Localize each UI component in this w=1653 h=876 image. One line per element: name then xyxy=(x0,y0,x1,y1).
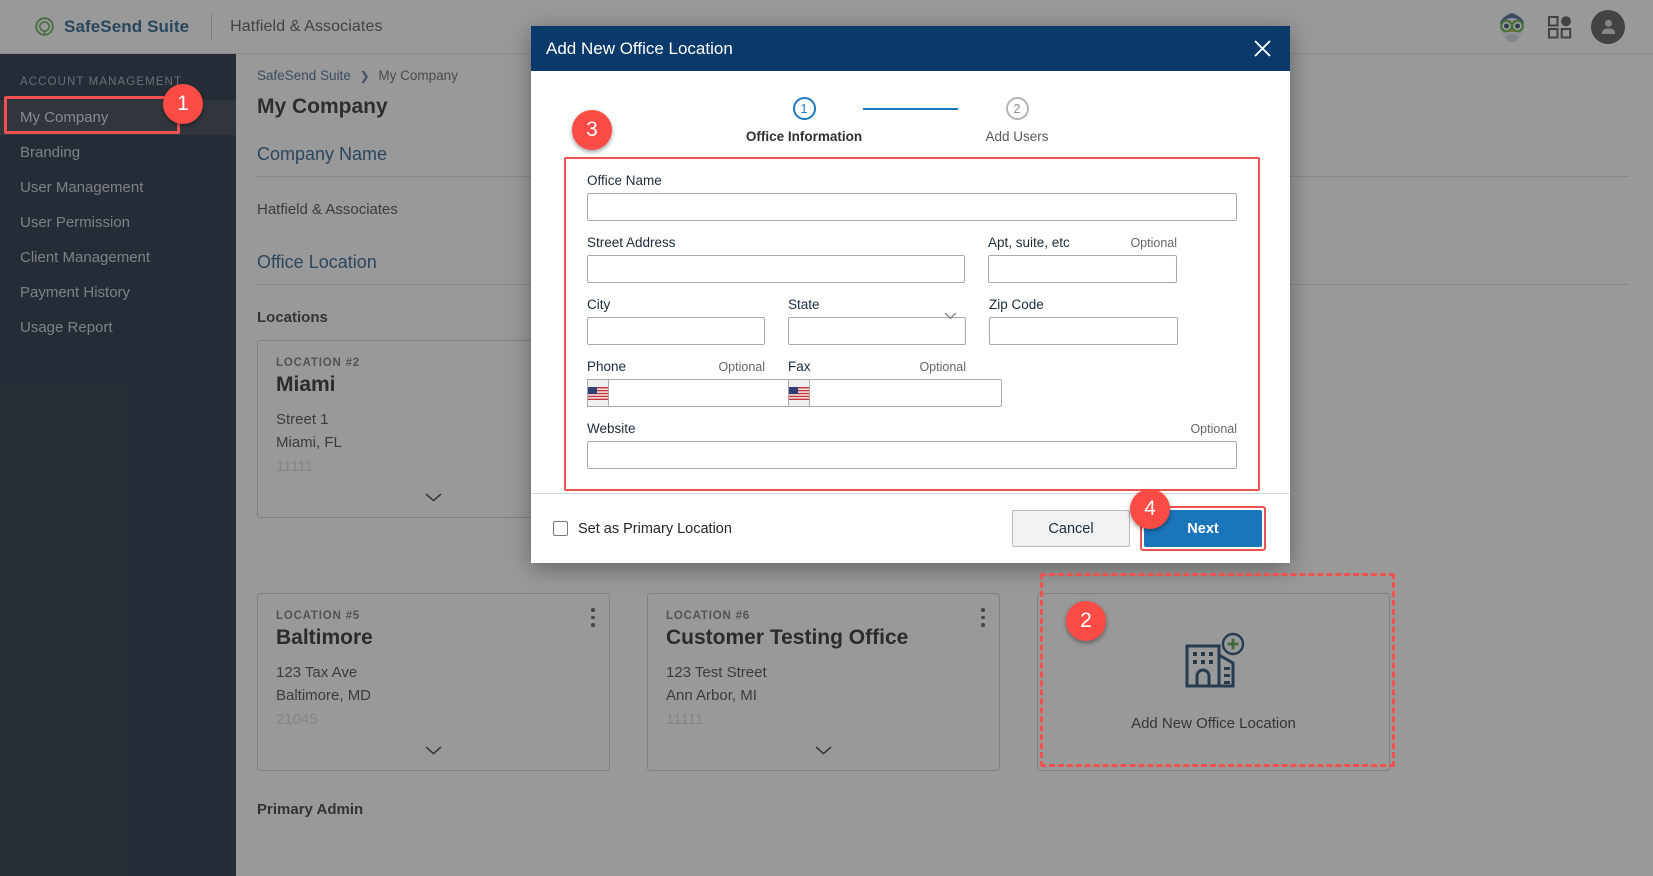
website-input[interactable] xyxy=(587,441,1237,469)
website-field-group: Website Optional xyxy=(587,421,1237,469)
phone-fax-row: Phone Optional Fax Optional xyxy=(587,359,1237,407)
optional-tag: Optional xyxy=(919,360,966,374)
step-number: 2 xyxy=(1005,97,1029,120)
checkbox-label: Set as Primary Location xyxy=(578,520,732,537)
wizard-step-office-information[interactable]: 1 Office Information xyxy=(745,97,863,144)
step-number: 1 xyxy=(792,97,816,120)
label-text: Apt, suite, etc xyxy=(988,235,1070,250)
modal-title: Add New Office Location xyxy=(546,38,733,58)
add-office-location-modal: Add New Office Location 1 Office Informa… xyxy=(531,26,1290,563)
optional-tag: Optional xyxy=(1130,236,1177,250)
step-label: Office Information xyxy=(745,129,863,144)
modal-action-buttons: Cancel Next xyxy=(1012,506,1266,551)
city-input[interactable] xyxy=(587,317,765,345)
website-row: Website Optional xyxy=(587,421,1237,469)
cancel-button[interactable]: Cancel xyxy=(1012,510,1130,547)
street-address-label: Street Address xyxy=(587,235,965,250)
next-button-highlight: Next xyxy=(1140,506,1266,551)
office-name-field-group: Office Name xyxy=(587,173,1237,221)
modal-footer: Set as Primary Location Cancel Next xyxy=(531,493,1290,563)
city-label: City xyxy=(587,297,765,312)
street-apt-row: Street Address Apt, suite, etc Optional xyxy=(587,235,1237,283)
zip-code-field-group: Zip Code xyxy=(989,297,1178,345)
label-text: Zip Code xyxy=(989,297,1044,312)
zip-code-label: Zip Code xyxy=(989,297,1178,312)
fax-label: Fax Optional xyxy=(788,359,966,374)
street-address-field-group: Street Address xyxy=(587,235,965,283)
label-text: Website xyxy=(587,421,636,436)
modal-header: Add New Office Location xyxy=(531,26,1290,71)
office-name-label: Office Name xyxy=(587,173,1237,188)
label-text: Office Name xyxy=(587,173,662,188)
street-address-input[interactable] xyxy=(587,255,965,283)
optional-tag: Optional xyxy=(1190,422,1237,436)
apt-suite-label: Apt, suite, etc Optional xyxy=(988,235,1177,250)
phone-field-group: Phone Optional xyxy=(587,359,801,407)
close-icon[interactable] xyxy=(1253,39,1272,58)
next-button[interactable]: Next xyxy=(1144,510,1262,547)
label-text: Phone xyxy=(587,359,627,374)
us-flag-icon[interactable] xyxy=(788,379,809,407)
step-connector xyxy=(863,108,958,110)
label-text: State xyxy=(788,297,820,312)
zip-code-input[interactable] xyxy=(989,317,1178,345)
fax-input[interactable] xyxy=(809,379,1002,407)
state-label: State xyxy=(788,297,966,312)
optional-tag: Optional xyxy=(718,360,765,374)
phone-input-wrapper xyxy=(587,379,801,407)
apt-suite-field-group: Apt, suite, etc Optional xyxy=(988,235,1177,283)
office-information-form: Office Name Street Address Apt, suite, e… xyxy=(564,157,1260,491)
label-text: Fax xyxy=(788,359,811,374)
city-field-group: City xyxy=(587,297,765,345)
checkbox-box-icon xyxy=(553,521,568,536)
state-select[interactable] xyxy=(788,317,966,345)
phone-label: Phone Optional xyxy=(587,359,765,374)
fax-field-group: Fax Optional xyxy=(788,359,1002,407)
us-flag-icon[interactable] xyxy=(587,379,608,407)
step-label: Add Users xyxy=(985,129,1049,144)
wizard-stepper: 1 Office Information 2 Add Users xyxy=(531,71,1290,144)
office-name-input[interactable] xyxy=(587,193,1237,221)
label-text: City xyxy=(587,297,611,312)
label-text: Street Address xyxy=(587,235,676,250)
phone-input[interactable] xyxy=(608,379,801,407)
state-field-group: State xyxy=(788,297,966,345)
fax-input-wrapper xyxy=(788,379,1002,407)
apt-suite-input[interactable] xyxy=(988,255,1177,283)
city-state-zip-row: City State Zip Code xyxy=(587,297,1237,345)
website-label: Website Optional xyxy=(587,421,1237,436)
set-as-primary-location-checkbox[interactable]: Set as Primary Location xyxy=(553,521,732,537)
wizard-step-add-users[interactable]: 2 Add Users xyxy=(958,97,1076,144)
